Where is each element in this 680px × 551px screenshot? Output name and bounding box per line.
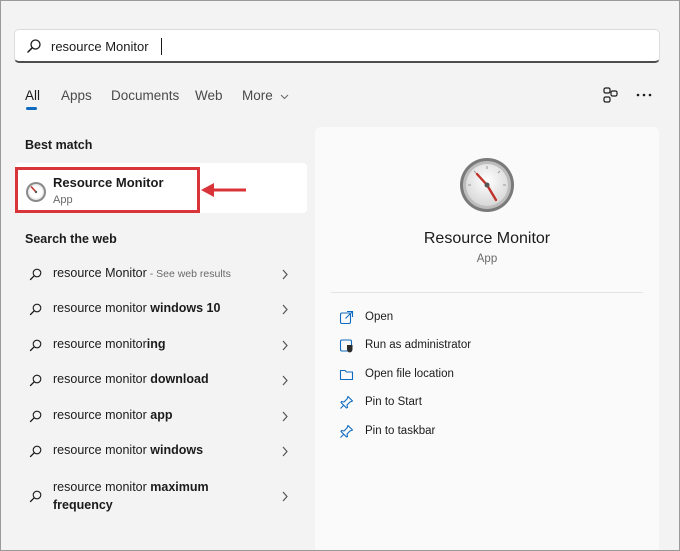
- search-web-heading: Search the web: [25, 232, 117, 246]
- open-action[interactable]: Open: [339, 305, 639, 331]
- pin-icon: [340, 424, 354, 438]
- chevron-right-icon: [282, 304, 288, 315]
- more-options-icon[interactable]: [634, 85, 654, 105]
- run-as-admin-label: Run as administrator: [365, 339, 472, 351]
- tab-more-label: More: [242, 88, 273, 103]
- search-icon: [27, 39, 41, 53]
- start-search-window: All Apps Documents Web More Best match: [0, 0, 680, 551]
- web-result-text: resource monitor download: [53, 372, 209, 386]
- tab-more[interactable]: More: [242, 88, 289, 103]
- web-result-item[interactable]: resource monitor maximum frequency: [15, 473, 307, 523]
- detail-title: Resource Monitor: [423, 230, 551, 247]
- web-result-text: resource monitor windows 10: [53, 301, 221, 315]
- open-icon: [339, 310, 354, 325]
- folder-icon: [339, 369, 354, 381]
- web-result-item[interactable]: resource monitor windows: [15, 434, 307, 468]
- search-icon: [29, 268, 42, 281]
- text-caret: [161, 38, 162, 55]
- search-icon: [29, 303, 42, 316]
- web-result-item[interactable]: resource monitor download: [15, 363, 307, 397]
- chevron-right-icon: [282, 269, 288, 280]
- detail-subtitle: App: [476, 253, 498, 265]
- best-match-heading: Best match: [25, 138, 93, 152]
- web-result-text: resource monitor app: [53, 408, 173, 422]
- tab-all[interactable]: All: [25, 88, 40, 103]
- web-result-text: resource monitor maximum frequency: [53, 480, 209, 512]
- web-result-text: resource monitoring: [53, 337, 166, 351]
- chevron-right-icon: [282, 375, 288, 386]
- tab-apps[interactable]: Apps: [61, 88, 92, 103]
- annotation-arrow-icon: [201, 183, 246, 197]
- open-label: Open: [365, 311, 394, 323]
- search-input[interactable]: [51, 36, 611, 56]
- pin-icon: [340, 395, 354, 409]
- search-icon: [29, 339, 42, 352]
- chevron-right-icon: [282, 491, 288, 502]
- resource-monitor-gauge-icon: [460, 158, 514, 212]
- chevron-right-icon: [282, 411, 288, 422]
- pin-to-taskbar-action[interactable]: Pin to taskbar: [339, 419, 639, 445]
- search-icon: [29, 374, 42, 387]
- divider: [331, 292, 643, 293]
- pin-to-taskbar-label: Pin to taskbar: [365, 425, 436, 437]
- search-box[interactable]: [14, 29, 660, 63]
- tab-documents[interactable]: Documents: [111, 88, 179, 103]
- search-icon: [29, 410, 42, 423]
- open-file-location-action[interactable]: Open file location: [339, 362, 639, 388]
- web-result-item[interactable]: resource monitor windows 10: [15, 292, 307, 326]
- shield-icon: [339, 339, 353, 353]
- active-tab-indicator: [26, 107, 37, 110]
- search-icon: [29, 490, 42, 503]
- share-icon[interactable]: [601, 85, 621, 105]
- web-result-item[interactable]: resource monitoring: [15, 328, 307, 362]
- filter-tabs: All Apps Documents Web More: [1, 81, 679, 111]
- search-icon: [29, 445, 42, 458]
- tab-web[interactable]: Web: [195, 88, 223, 103]
- open-file-location-label: Open file location: [365, 368, 454, 380]
- web-result-item[interactable]: resource Monitor - See web results: [15, 257, 307, 291]
- chevron-right-icon: [282, 340, 288, 351]
- web-result-text: resource monitor windows: [53, 443, 204, 457]
- run-as-admin-action[interactable]: Run as administrator: [339, 333, 639, 359]
- annotation-highlight-box: [15, 167, 200, 213]
- pin-to-start-label: Pin to Start: [365, 396, 422, 408]
- web-result-text: resource Monitor - See web results: [53, 266, 231, 280]
- web-result-item[interactable]: resource monitor app: [15, 399, 307, 433]
- chevron-down-icon: [280, 94, 288, 100]
- chevron-right-icon: [282, 446, 288, 457]
- pin-to-start-action[interactable]: Pin to Start: [339, 390, 639, 416]
- app-detail-panel: Resource Monitor App Open Run as adminis…: [315, 127, 659, 550]
